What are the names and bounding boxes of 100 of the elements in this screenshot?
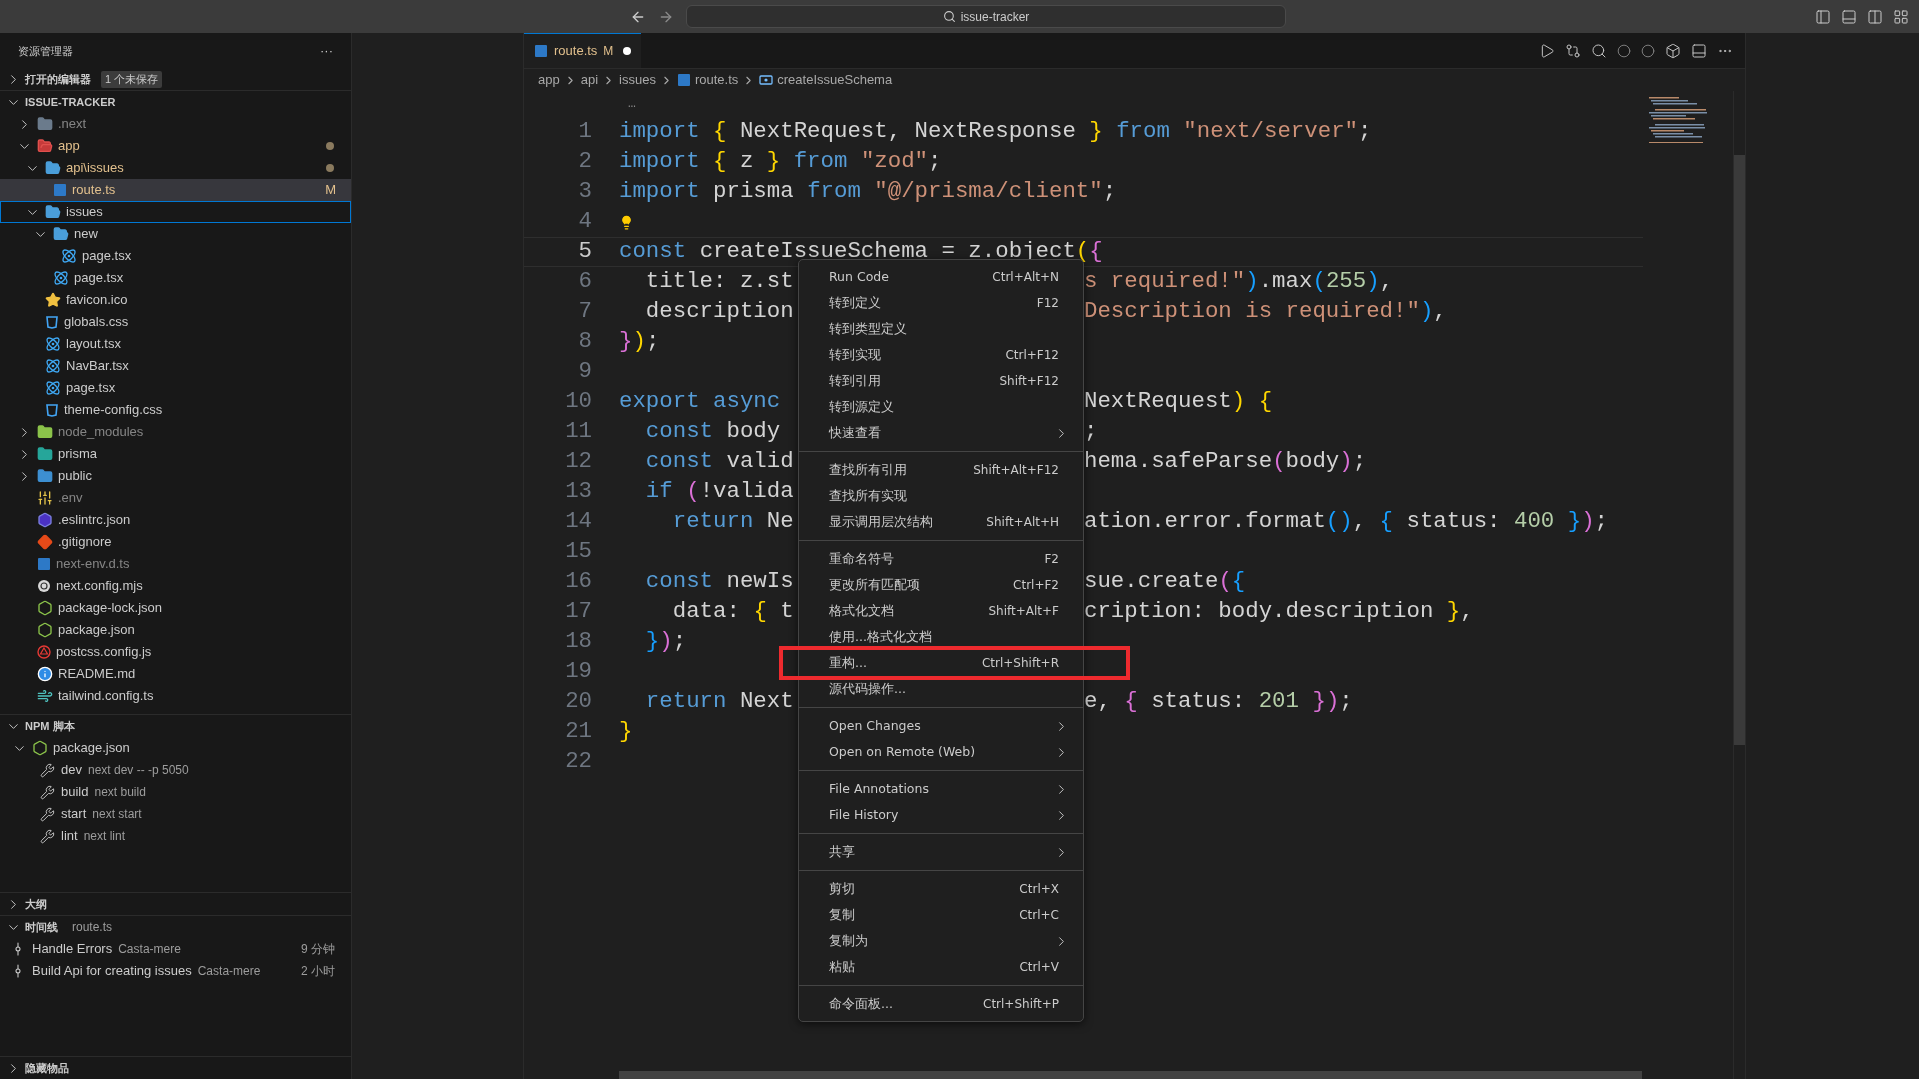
code-line: title: z.st [644, 267, 794, 297]
tree-item[interactable]: globals.css [0, 311, 351, 333]
menu-item[interactable]: Run Code Ctrl+Alt+N [799, 264, 1083, 290]
menu-item[interactable]: 粘贴 Ctrl+V [799, 954, 1083, 980]
commit-author: Casta-mere [118, 941, 181, 958]
menu-item[interactable]: 转到定义 F12 [799, 290, 1083, 316]
tree-item[interactable]: page.tsx [0, 377, 351, 399]
code-line: import { NextRequest, NextResponse } from "next/server"; [619, 117, 1372, 147]
breadcrumb-item[interactable]: issues [619, 70, 656, 90]
menu-item[interactable]: 共享 [799, 839, 1083, 865]
tree-item[interactable]: .next [0, 113, 351, 135]
file-name: next-env.d.ts [56, 555, 130, 574]
menu-item[interactable]: Open Changes [799, 713, 1083, 739]
file-name: tailwind.config.ts [58, 687, 154, 706]
menu-item[interactable]: 格式化文档 Shift+Alt+F [799, 598, 1083, 624]
tree-item[interactable]: api\issues [0, 157, 351, 179]
script-command: next lint [83, 828, 125, 845]
menu-item[interactable]: 转到引用 Shift+F12 [799, 368, 1083, 394]
tree-item[interactable]: next.config.mjs [0, 575, 351, 597]
tree-item[interactable]: favicon.ico [0, 289, 351, 311]
breadcrumb-item[interactable]: api [580, 70, 599, 90]
code-line: const valid [644, 447, 794, 477]
menu-item[interactable]: 剪切 Ctrl+X [799, 876, 1083, 902]
code-line: const createIssueSchema = z.object({ [619, 237, 1103, 267]
code-line: description [644, 297, 794, 327]
file-name: new [74, 225, 98, 244]
line-number: 2 [577, 147, 592, 177]
tree-item[interactable]: page.tsx [0, 245, 351, 267]
sticky-ellipsis: … [628, 95, 636, 114]
tree-item[interactable]: README.md [0, 663, 351, 685]
menu-item[interactable]: File Annotations [799, 776, 1083, 802]
line-number: 8 [577, 327, 592, 357]
tree-item[interactable]: package.json [0, 619, 351, 641]
file-name: theme-config.css [64, 401, 163, 420]
breadcrumb-item[interactable]: app [538, 70, 560, 90]
menu-item[interactable]: 命令面板... Ctrl+Shift+P [799, 991, 1083, 1017]
file-name: README.md [58, 665, 136, 684]
script-name[interactable]: lint [61, 826, 78, 846]
tree-item[interactable]: package-lock.json [0, 597, 351, 619]
search-field[interactable]: issue-tracker [686, 5, 1286, 28]
file-name: postcss.config.js [56, 643, 152, 662]
more-button[interactable]: ··· [320, 41, 333, 61]
script-name[interactable]: start [61, 804, 87, 824]
line-number: 6 [577, 267, 592, 297]
file-name: layout.tsx [66, 335, 121, 354]
menu-item[interactable]: 复制为 [799, 928, 1083, 954]
tree-item[interactable]: .eslintrc.json [0, 509, 351, 531]
section-title[interactable]: ISSUE-TRACKER [25, 93, 116, 111]
breadcrumb-item[interactable]: route.ts [694, 70, 739, 90]
code-line: ation.error.format(), { status: 400 }); [1084, 507, 1609, 537]
menu-item[interactable]: 重命名符号 F2 [799, 546, 1083, 572]
menu-item[interactable]: 复制 Ctrl+C [799, 902, 1083, 928]
menu-item[interactable]: Open on Remote (Web) [799, 739, 1083, 765]
tree-item[interactable]: .gitignore [0, 531, 351, 553]
menu-item[interactable]: 转到类型定义 [799, 316, 1083, 342]
code-line: ; [1084, 417, 1098, 447]
code-line: }); [644, 627, 687, 657]
tree-item[interactable]: app [0, 135, 351, 157]
line-number: 20 [564, 687, 592, 717]
timeline-entry[interactable]: Handle Errors Casta-mere 9 分钟 [0, 938, 351, 960]
tree-item[interactable]: issues [0, 201, 351, 223]
section-title[interactable]: 打开的编辑器 [25, 71, 91, 88]
script-name[interactable]: dev [61, 760, 82, 780]
timeline-entry[interactable]: Build Api for creating issues Casta-mere 2 小时 [0, 960, 351, 982]
editor-tab[interactable]: route.ts M [524, 33, 642, 68]
tree-item[interactable]: theme-config.css [0, 399, 351, 421]
tree-item[interactable]: tailwind.config.ts [0, 685, 351, 707]
tree-item[interactable]: node_modules [0, 421, 351, 443]
tree-item[interactable]: new [0, 223, 351, 245]
section-title[interactable]: 大纲 [25, 895, 47, 913]
code-line: }); [619, 327, 660, 357]
menu-item[interactable]: 重构... Ctrl+Shift+R [779, 646, 1130, 680]
tree-item[interactable]: public [0, 465, 351, 487]
menu-item[interactable]: 显示调用层次结构 Shift+Alt+H [799, 509, 1083, 535]
breadcrumb-item[interactable]: createIssueSchema [777, 70, 893, 90]
menu-item[interactable]: 更改所有匹配项 Ctrl+F2 [799, 572, 1083, 598]
tree-item[interactable]: route.ts M [0, 179, 351, 201]
tree-item[interactable]: next-env.d.ts [0, 553, 351, 575]
tree-item[interactable]: .env [0, 487, 351, 509]
section-title[interactable]: 时间线 [25, 918, 58, 936]
menu-item[interactable]: 转到源定义 [799, 394, 1083, 420]
tree-item[interactable]: NavBar.tsx [0, 355, 351, 377]
tree-item[interactable]: page.tsx [0, 267, 351, 289]
commit-message: Build Api for creating issues [32, 962, 192, 981]
file-name: page.tsx [74, 269, 124, 288]
code-line: const newIs [644, 567, 794, 597]
script-name[interactable]: build [61, 782, 89, 802]
tree-item[interactable]: layout.tsx [0, 333, 351, 355]
section-title[interactable]: 隐藏物品 [25, 1059, 69, 1077]
tree-item[interactable]: postcss.config.js [0, 641, 351, 663]
tree-item[interactable]: prisma [0, 443, 351, 465]
menu-item[interactable]: 快速查看 [799, 420, 1083, 446]
script-command: next build [94, 784, 146, 801]
file-name[interactable]: package.json [53, 738, 130, 758]
menu-item[interactable]: 查找所有实现 [799, 483, 1083, 509]
section-title[interactable]: NPM 脚本 [25, 717, 75, 735]
menu-item[interactable]: File History [799, 802, 1083, 828]
line-number: 11 [564, 417, 592, 447]
menu-item[interactable]: 转到实现 Ctrl+F12 [799, 342, 1083, 368]
menu-item[interactable]: 查找所有引用 Shift+Alt+F12 [799, 457, 1083, 483]
